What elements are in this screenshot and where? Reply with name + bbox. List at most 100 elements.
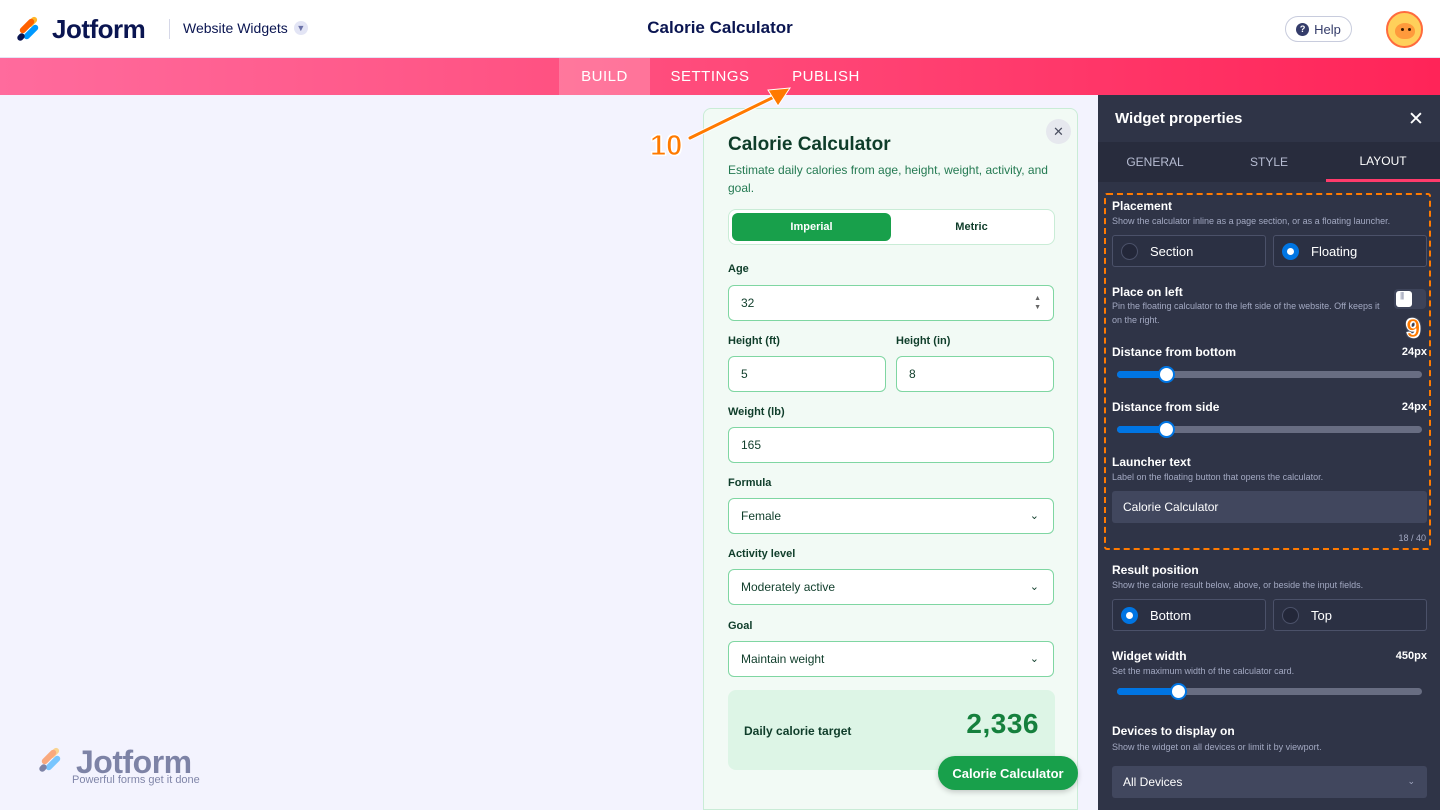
slider-handle[interactable] [1170,683,1187,700]
launcher-text-title: Launcher text [1112,455,1191,469]
placement-section-label: Section [1150,243,1194,259]
launcher-text-desc: Label on the floating button that opens … [1112,472,1324,482]
weight-label: Weight (lb) [728,406,785,418]
close-icon[interactable]: ✕ [1046,119,1071,144]
devices-title: Devices to display on [1112,724,1235,738]
distance-side-title: Distance from side [1112,400,1220,414]
chevron-down-icon: ▼ [293,21,308,35]
calculator-card: ✕ Calorie Calculator Estimate daily calo… [703,108,1078,810]
result-top-label: Top [1311,607,1332,623]
product-label: Website Widgets [183,20,288,36]
floating-launcher-button[interactable]: Calorie Calculator [938,756,1078,790]
place-left-desc: Pin the floating calculator to the left … [1112,301,1380,325]
brand-name: Jotform [52,14,146,44]
slider-handle[interactable] [1157,421,1175,438]
annotation-arrow-icon [687,87,791,141]
imperial-button[interactable]: Imperial [732,213,891,241]
height-ft-label: Height (ft) [728,335,780,347]
placement-section-option[interactable]: Section [1112,235,1266,267]
jotform-logo-icon [16,15,42,43]
widget-width-desc: Set the maximum width of the calculator … [1112,666,1295,676]
placement-title: Placement [1112,199,1173,213]
metric-button[interactable]: Metric [892,213,1051,241]
placement-floating-label: Floating [1311,243,1358,259]
widget-subtitle: Estimate daily calories from age, height… [728,163,1048,195]
result-bottom-option[interactable]: Bottom [1112,599,1266,631]
chevron-down-icon: ⌄ [1029,581,1039,593]
result-label: Daily calorie target [744,724,852,738]
jotform-watermark-icon [38,746,64,774]
distance-bottom-slider[interactable] [1117,366,1422,383]
jotform-logo[interactable]: Jotform [16,14,146,45]
product-switcher[interactable]: Website Widgets ▼ [183,20,308,36]
age-label: Age [728,263,749,275]
distance-bottom-title: Distance from bottom [1112,345,1237,359]
tab-style[interactable]: STYLE [1212,142,1326,182]
formula-value: Female [741,509,782,523]
slider-handle[interactable] [1157,366,1175,383]
user-avatar[interactable] [1386,11,1423,48]
widget-width-slider[interactable] [1117,683,1422,700]
activity-select[interactable]: Moderately active ⌄ [728,569,1054,605]
goal-select[interactable]: Maintain weight ⌄ [728,641,1054,677]
annotation-number: 9 [1405,313,1421,344]
distance-side-value: 24px [1401,401,1427,413]
goal-label: Goal [728,620,753,632]
radio-off-icon [1282,606,1299,624]
result-position-title: Result position [1112,563,1199,577]
launcher-text-input[interactable]: Calorie Calculator [1112,491,1427,523]
header-divider [169,19,170,39]
unit-toggle: Imperial Metric [728,209,1055,245]
result-top-option[interactable]: Top [1273,599,1427,631]
devices-select[interactable]: All Devices ⌄ [1112,766,1427,798]
age-value: 32 [741,296,755,310]
height-in-label: Height (in) [896,335,951,347]
widget-properties-panel: Widget properties ✕ GENERAL STYLE LAYOUT… [1098,95,1440,810]
radio-on-icon [1121,606,1138,624]
height-ft-input[interactable]: 5 [728,356,886,392]
goal-value: Maintain weight [741,652,825,666]
tab-general[interactable]: GENERAL [1098,142,1212,182]
stepper-icon[interactable]: ▲ ▼ [1034,294,1041,312]
close-icon[interactable]: ✕ [1408,108,1424,131]
weight-input[interactable]: 165 [728,427,1054,463]
result-bottom-label: Bottom [1150,607,1192,623]
help-button[interactable]: ? Help [1285,16,1352,42]
activity-label: Activity level [728,548,796,560]
formula-label: Formula [728,477,772,489]
chevron-down-icon: ⌄ [1407,776,1415,786]
weight-value: 165 [741,438,762,452]
radio-off-icon [1121,242,1138,260]
placement-desc: Show the calculator inline as a page sec… [1112,216,1391,226]
devices-value: All Devices [1123,775,1183,789]
tab-build[interactable]: BUILD [559,58,650,95]
help-icon: ? [1296,22,1310,36]
place-left-toggle[interactable] [1394,289,1426,309]
formula-select[interactable]: Female ⌄ [728,498,1054,534]
character-counter: 18 / 40 [1398,533,1426,543]
chevron-down-icon: ⌄ [1029,653,1039,665]
tab-layout[interactable]: LAYOUT [1326,142,1440,182]
result-value: 2,336 [966,708,1039,739]
chevron-down-icon: ⌄ [1029,510,1039,522]
height-in-input[interactable]: 8 [896,356,1054,392]
place-left-title: Place on left [1112,285,1183,299]
placement-floating-option[interactable]: Floating [1273,235,1427,267]
result-position-desc: Show the calorie result below, above, or… [1112,580,1364,590]
distance-bottom-value: 24px [1401,346,1427,358]
widget-width-value: 450px [1395,650,1427,662]
distance-side-slider[interactable] [1117,421,1422,438]
height-ft-value: 5 [741,367,748,381]
activity-value: Moderately active [741,580,836,594]
height-in-value: 8 [909,367,916,381]
widget-width-title: Widget width [1112,649,1187,663]
panel-tabs: GENERAL STYLE LAYOUT [1098,142,1440,182]
radio-on-icon [1282,242,1299,260]
help-label: Help [1314,21,1341,37]
annotation-number: 10 [649,130,683,163]
top-bar: Jotform Website Widgets ▼ Calorie Calcul… [0,0,1440,58]
devices-desc: Show the widget on all devices or limit … [1112,742,1322,752]
watermark-tagline: Powerful forms get it done [72,774,200,786]
panel-title: Widget properties [1115,110,1243,127]
age-input[interactable]: 32 ▲ ▼ [728,285,1054,321]
